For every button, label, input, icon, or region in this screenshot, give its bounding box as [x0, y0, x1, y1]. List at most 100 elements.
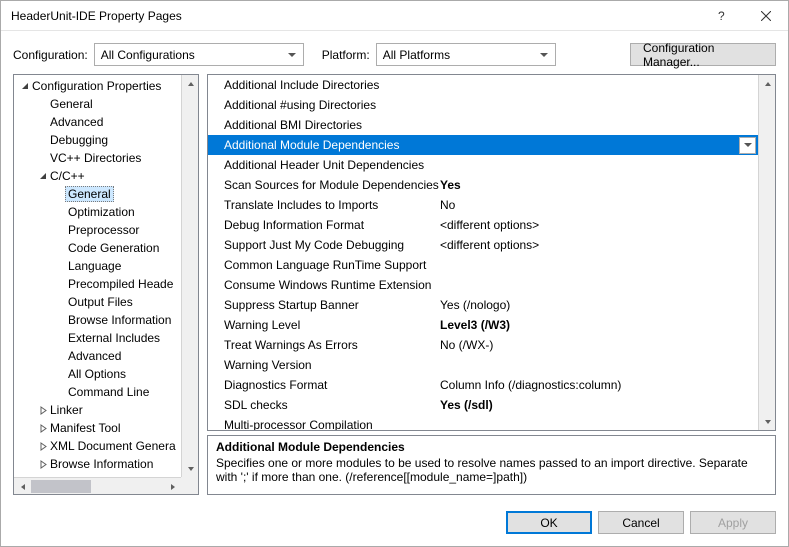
tree-item-label: VC++ Directories: [50, 151, 141, 165]
tree-item-label: Debugging: [50, 133, 108, 147]
tree-item[interactable]: All Options: [14, 365, 198, 383]
property-row[interactable]: Additional Header Unit Dependencies: [208, 155, 758, 175]
tree-item[interactable]: Debugging: [14, 131, 198, 149]
tree-item[interactable]: Precompiled Heade: [14, 275, 198, 293]
tree-item-label: Browse Information: [68, 313, 171, 327]
configuration-combo[interactable]: All Configurations: [94, 43, 304, 66]
tree-item[interactable]: Browse Information: [14, 455, 198, 473]
tree-item[interactable]: Linker: [14, 401, 198, 419]
tree-item[interactable]: Optimization: [14, 203, 198, 221]
collapse-icon[interactable]: [36, 424, 50, 433]
property-value[interactable]: Yes: [440, 178, 758, 192]
tree-item-label: Code Generation: [68, 241, 159, 255]
footer: OK Cancel Apply: [1, 503, 788, 546]
property-name: Translate Includes to Imports: [224, 198, 440, 212]
expand-icon[interactable]: [18, 82, 32, 91]
property-row[interactable]: Scan Sources for Module DependenciesYes: [208, 175, 758, 195]
property-row[interactable]: Multi-processor Compilation: [208, 415, 758, 430]
property-value[interactable]: Yes (/nologo): [440, 298, 758, 312]
property-row[interactable]: Additional #using Directories: [208, 95, 758, 115]
collapse-icon[interactable]: [36, 406, 50, 415]
tree-item-label: C/C++: [50, 169, 85, 183]
property-value[interactable]: <different options>: [440, 218, 758, 232]
property-row[interactable]: SDL checksYes (/sdl): [208, 395, 758, 415]
tree-item[interactable]: General: [14, 95, 198, 113]
window-title: HeaderUnit-IDE Property Pages: [11, 9, 700, 23]
property-value[interactable]: No (/WX-): [440, 338, 758, 352]
tree-item[interactable]: Browse Information: [14, 311, 198, 329]
expand-icon[interactable]: [36, 172, 50, 181]
configuration-manager-button[interactable]: Configuration Manager...: [630, 43, 776, 66]
property-name: Suppress Startup Banner: [224, 298, 440, 312]
scroll-up-icon[interactable]: [759, 75, 776, 92]
property-row[interactable]: Consume Windows Runtime Extension: [208, 275, 758, 295]
property-name: Debug Information Format: [224, 218, 440, 232]
scroll-left-icon[interactable]: [14, 478, 31, 495]
platform-combo[interactable]: All Platforms: [376, 43, 556, 66]
property-row[interactable]: Translate Includes to ImportsNo: [208, 195, 758, 215]
property-row[interactable]: Additional Include Directories: [208, 75, 758, 95]
ok-button[interactable]: OK: [506, 511, 592, 534]
tree-item-label: XML Document Genera: [50, 439, 176, 453]
scroll-down-icon[interactable]: [182, 460, 199, 477]
property-name: Scan Sources for Module Dependencies: [224, 178, 440, 192]
property-row[interactable]: Common Language RunTime Support: [208, 255, 758, 275]
tree-item[interactable]: Advanced: [14, 347, 198, 365]
tree-item[interactable]: Language: [14, 257, 198, 275]
property-row[interactable]: Additional BMI Directories: [208, 115, 758, 135]
tree-item[interactable]: General: [14, 185, 198, 203]
property-value[interactable]: Level3 (/W3): [440, 318, 758, 332]
property-name: Additional Module Dependencies: [224, 138, 440, 152]
property-name: Warning Version: [224, 358, 440, 372]
description-title: Additional Module Dependencies: [216, 440, 767, 454]
property-value[interactable]: <different options>: [440, 238, 758, 252]
tree-item[interactable]: C/C++: [14, 167, 198, 185]
titlebar: HeaderUnit-IDE Property Pages ?: [1, 1, 788, 31]
grid-vscrollbar[interactable]: [758, 75, 775, 430]
collapse-icon[interactable]: [36, 442, 50, 451]
tree-item[interactable]: Manifest Tool: [14, 419, 198, 437]
dropdown-icon[interactable]: [739, 137, 756, 154]
hscroll-thumb[interactable]: [31, 480, 91, 493]
collapse-icon[interactable]: [36, 460, 50, 469]
property-row[interactable]: Diagnostics FormatColumn Info (/diagnost…: [208, 375, 758, 395]
tree-item-label: General: [50, 97, 93, 111]
tree-item[interactable]: VC++ Directories: [14, 149, 198, 167]
property-value[interactable]: No: [440, 198, 758, 212]
tree-item[interactable]: Preprocessor: [14, 221, 198, 239]
tree-item[interactable]: Command Line: [14, 383, 198, 401]
tree[interactable]: Configuration Properties General Advanced D…: [14, 75, 198, 494]
property-row[interactable]: Debug Information Format<different optio…: [208, 215, 758, 235]
tree-item-label: External Includes: [68, 331, 160, 345]
tree-hscrollbar[interactable]: [14, 477, 181, 494]
platform-label: Platform:: [322, 48, 370, 62]
close-button[interactable]: [744, 1, 788, 31]
property-row[interactable]: Suppress Startup BannerYes (/nologo): [208, 295, 758, 315]
property-row[interactable]: Treat Warnings As ErrorsNo (/WX-): [208, 335, 758, 355]
tree-item[interactable]: External Includes: [14, 329, 198, 347]
scroll-right-icon[interactable]: [164, 478, 181, 495]
tree-item-label: Linker: [50, 403, 83, 417]
property-value[interactable]: Column Info (/diagnostics:column): [440, 378, 758, 392]
help-button[interactable]: ?: [700, 1, 744, 31]
property-value[interactable]: Yes (/sdl): [440, 398, 758, 412]
cancel-button[interactable]: Cancel: [598, 511, 684, 534]
property-row[interactable]: Warning LevelLevel3 (/W3): [208, 315, 758, 335]
property-name: Additional BMI Directories: [224, 118, 440, 132]
property-row[interactable]: Additional Module Dependencies: [208, 135, 758, 155]
property-row[interactable]: Warning Version: [208, 355, 758, 375]
tree-item-label: General: [65, 186, 114, 202]
apply-button: Apply: [690, 511, 776, 534]
property-name: Multi-processor Compilation: [224, 418, 440, 430]
tree-item[interactable]: Code Generation: [14, 239, 198, 257]
property-row[interactable]: Support Just My Code Debugging<different…: [208, 235, 758, 255]
tree-item[interactable]: Advanced: [14, 113, 198, 131]
tree-item[interactable]: Configuration Properties: [14, 77, 198, 95]
tree-vscrollbar[interactable]: [181, 75, 198, 477]
description-panel: Additional Module Dependencies Specifies…: [207, 435, 776, 495]
tree-item[interactable]: XML Document Genera: [14, 437, 198, 455]
scroll-up-icon[interactable]: [182, 75, 199, 92]
property-grid[interactable]: Additional Include DirectoriesAdditional…: [208, 75, 775, 430]
tree-item[interactable]: Output Files: [14, 293, 198, 311]
scroll-down-icon[interactable]: [759, 413, 776, 430]
